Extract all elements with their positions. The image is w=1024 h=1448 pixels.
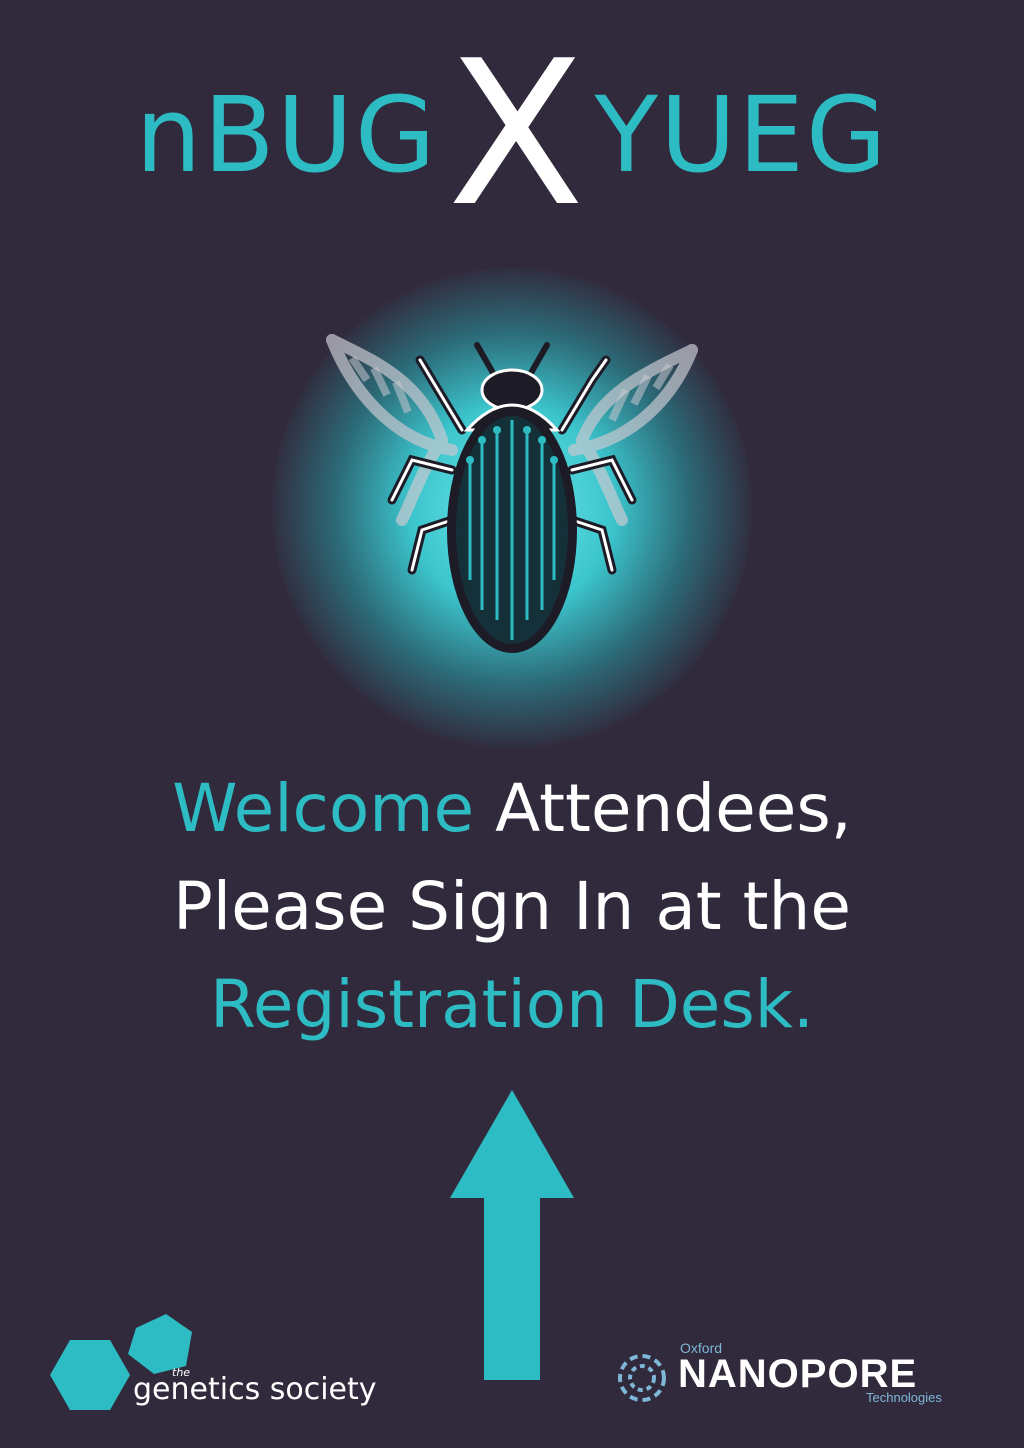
- poster: nBUG X YUEG Welcome Attendees, Please Si…: [0, 0, 1024, 1448]
- genetics-society-name: genetics society: [133, 1372, 377, 1407]
- welcome-line-3: Registration Desk.: [210, 966, 814, 1043]
- title-left: nBUG: [135, 74, 438, 196]
- title-right: YUEG: [594, 74, 889, 196]
- title-separator: X: [447, 18, 585, 251]
- welcome-line-2: Please Sign In at the: [173, 868, 851, 945]
- arrow-up-icon: [450, 1090, 574, 1380]
- nanopore-technologies: Technologies: [866, 1390, 942, 1405]
- welcome-message: Welcome Attendees, Please Sign In at the…: [0, 760, 1024, 1054]
- welcome-word: Welcome: [172, 770, 475, 847]
- beetle-dna-icon: [326, 334, 698, 653]
- attendees-text: Attendees,: [474, 770, 852, 847]
- welcome-line-1: Welcome Attendees,: [0, 760, 1024, 858]
- event-title: nBUG X YUEG: [0, 35, 1024, 235]
